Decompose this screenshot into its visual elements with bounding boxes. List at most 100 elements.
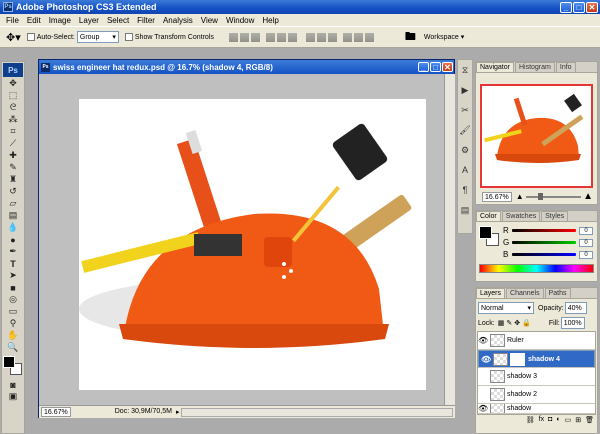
- lock-all-icon[interactable]: 🔒: [522, 319, 531, 327]
- navigator-preview[interactable]: [480, 84, 593, 188]
- eye-icon[interactable]: 👁: [478, 336, 488, 345]
- zoom-out-icon[interactable]: ▲: [516, 192, 524, 201]
- add-mask-icon[interactable]: ◘: [548, 416, 552, 424]
- screen-mode-icon[interactable]: ▣: [4, 391, 22, 402]
- blur-tool-icon[interactable]: 💧: [4, 222, 22, 233]
- vertical-scrollbar[interactable]: [444, 74, 455, 405]
- magic-wand-tool-icon[interactable]: ⁂: [4, 114, 22, 125]
- lasso-tool-icon[interactable]: ᘓ: [4, 102, 22, 113]
- tab-color[interactable]: Color: [476, 211, 501, 221]
- delete-layer-icon[interactable]: 🗑: [585, 416, 594, 424]
- lock-position-icon[interactable]: ✥: [514, 319, 520, 327]
- distribute-left-icon[interactable]: [342, 32, 352, 42]
- canvas-area[interactable]: [39, 74, 444, 405]
- menu-analysis[interactable]: Analysis: [159, 16, 197, 25]
- marquee-tool-icon[interactable]: ⬚: [4, 90, 22, 101]
- menu-view[interactable]: View: [197, 16, 222, 25]
- zoom-in-icon[interactable]: ▲: [583, 191, 593, 202]
- menu-select[interactable]: Select: [103, 16, 133, 25]
- menu-edit[interactable]: Edit: [23, 16, 45, 25]
- new-group-icon[interactable]: ▭: [565, 416, 572, 424]
- tab-swatches[interactable]: Swatches: [501, 211, 541, 221]
- lock-transparent-icon[interactable]: ▦: [498, 319, 505, 327]
- quick-mask-icon[interactable]: ◙: [4, 379, 22, 390]
- navigator-zoom-field[interactable]: 16.67%: [482, 191, 512, 202]
- menu-window[interactable]: Window: [222, 16, 258, 25]
- tab-paths[interactable]: Paths: [544, 288, 571, 298]
- align-middle-icon[interactable]: [239, 32, 249, 42]
- crop-tool-icon[interactable]: ⌗: [4, 126, 22, 137]
- workspace-button[interactable]: Workspace ▾: [424, 33, 464, 41]
- navigator-zoom-slider[interactable]: [525, 192, 582, 200]
- history-panel-icon[interactable]: ⧖: [459, 64, 471, 76]
- distribute-top-icon[interactable]: [305, 32, 315, 42]
- align-bottom-icon[interactable]: [250, 32, 260, 42]
- tab-layers[interactable]: Layers: [476, 288, 506, 298]
- channel-r-slider[interactable]: [512, 229, 576, 232]
- adjustment-layer-icon[interactable]: ◐: [556, 416, 560, 424]
- healing-brush-tool-icon[interactable]: ✚: [4, 150, 22, 161]
- brush-tool-icon[interactable]: ✎: [4, 162, 22, 173]
- color-spectrum-bar[interactable]: [479, 264, 594, 273]
- new-layer-icon[interactable]: ⊞: [575, 416, 581, 424]
- status-menu-arrow-icon[interactable]: ▸: [176, 408, 180, 416]
- distribute-right-icon[interactable]: [364, 32, 374, 42]
- canvas[interactable]: [79, 99, 426, 390]
- show-transform-checkbox[interactable]: [124, 33, 133, 41]
- fill-field[interactable]: 100%: [560, 317, 585, 329]
- pen-tool-icon[interactable]: ✒: [4, 246, 22, 257]
- distribute-bottom-icon[interactable]: [327, 32, 337, 42]
- tab-info[interactable]: Info: [555, 62, 576, 72]
- layer-style-icon[interactable]: fx: [539, 416, 544, 424]
- move-tool-preset-icon[interactable]: ✥▾: [6, 31, 21, 44]
- channel-g-slider[interactable]: [512, 241, 576, 244]
- eye-icon[interactable]: 👁: [478, 404, 488, 413]
- layer-row-shadow[interactable]: 👁 shadow: [478, 404, 595, 414]
- zoom-tool-icon[interactable]: 🔍: [4, 342, 22, 353]
- notes-tool-icon[interactable]: ▭: [4, 306, 22, 317]
- path-selection-tool-icon[interactable]: ➤: [4, 270, 22, 281]
- gradient-tool-icon[interactable]: ▤: [4, 210, 22, 221]
- brushes-panel-icon[interactable]: 🖌: [459, 124, 471, 136]
- character-panel-icon[interactable]: A: [459, 164, 471, 176]
- auto-select-checkbox[interactable]: [26, 33, 35, 41]
- 3d-rotate-tool-icon[interactable]: ◎: [4, 294, 22, 305]
- doc-maximize-button[interactable]: □: [430, 62, 441, 72]
- lock-image-icon[interactable]: ✎: [506, 319, 512, 327]
- channel-b-value[interactable]: 0: [579, 250, 593, 259]
- layer-row-shadow-4[interactable]: 👁 shadow 4: [478, 350, 595, 368]
- menu-image[interactable]: Image: [45, 16, 75, 25]
- maximize-button[interactable]: □: [573, 1, 585, 13]
- tab-histogram[interactable]: Histogram: [514, 62, 555, 72]
- opacity-field[interactable]: 40%: [564, 302, 587, 314]
- close-button[interactable]: ✕: [586, 1, 598, 13]
- layer-row-shadow-2[interactable]: shadow 2: [478, 386, 595, 404]
- eyedropper-tool-icon[interactable]: ⚲: [4, 318, 22, 329]
- menu-help[interactable]: Help: [258, 16, 282, 25]
- tab-styles[interactable]: Styles: [541, 211, 569, 221]
- tab-channels[interactable]: Channels: [506, 288, 544, 298]
- slider-thumb[interactable]: [537, 192, 543, 200]
- shape-tool-icon[interactable]: ■: [4, 282, 22, 293]
- doc-close-button[interactable]: ✕: [442, 62, 453, 72]
- doc-minimize-button[interactable]: _: [418, 62, 429, 72]
- tab-navigator[interactable]: Navigator: [476, 62, 514, 72]
- color-panel-swatches[interactable]: [479, 226, 503, 250]
- eye-icon[interactable]: 👁: [481, 355, 491, 364]
- color-swatches[interactable]: [3, 356, 23, 376]
- type-tool-icon[interactable]: T: [4, 258, 22, 269]
- auto-select-dropdown[interactable]: Group ▾: [76, 31, 119, 43]
- menu-file[interactable]: File: [2, 16, 23, 25]
- minimize-button[interactable]: _: [560, 1, 572, 13]
- clone-source-icon[interactable]: ⚙: [459, 144, 471, 156]
- link-layers-icon[interactable]: ⛓: [526, 416, 535, 424]
- bridge-icon[interactable]: 🖿: [405, 28, 416, 47]
- actions-panel-icon[interactable]: ▶: [459, 84, 471, 96]
- slice-tool-icon[interactable]: ⟋: [4, 138, 22, 149]
- distribute-center-icon[interactable]: [353, 32, 363, 42]
- align-top-icon[interactable]: [228, 32, 238, 42]
- paragraph-panel-icon[interactable]: ¶: [459, 184, 471, 196]
- align-right-icon[interactable]: [287, 32, 297, 42]
- blend-mode-dropdown[interactable]: Normal ▾: [478, 302, 534, 314]
- zoom-field[interactable]: 16.67%: [41, 407, 71, 417]
